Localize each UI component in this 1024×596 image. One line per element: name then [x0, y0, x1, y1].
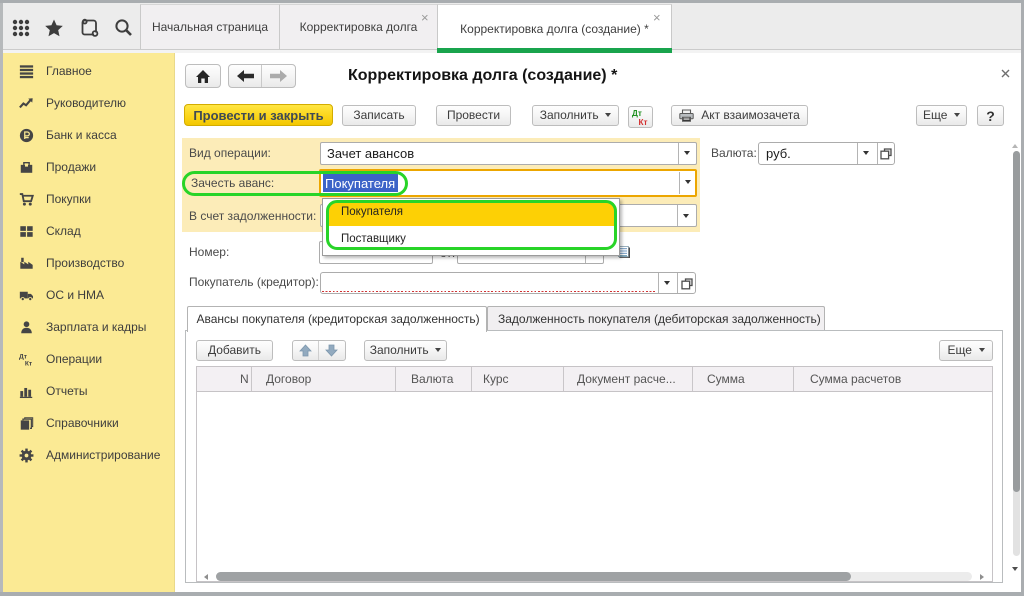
svg-text:Кт: Кт: [638, 118, 647, 126]
svg-text:Кт: Кт: [25, 360, 33, 366]
svg-text:Дт: Дт: [19, 353, 28, 360]
svg-text:Дт: Дт: [632, 109, 642, 118]
